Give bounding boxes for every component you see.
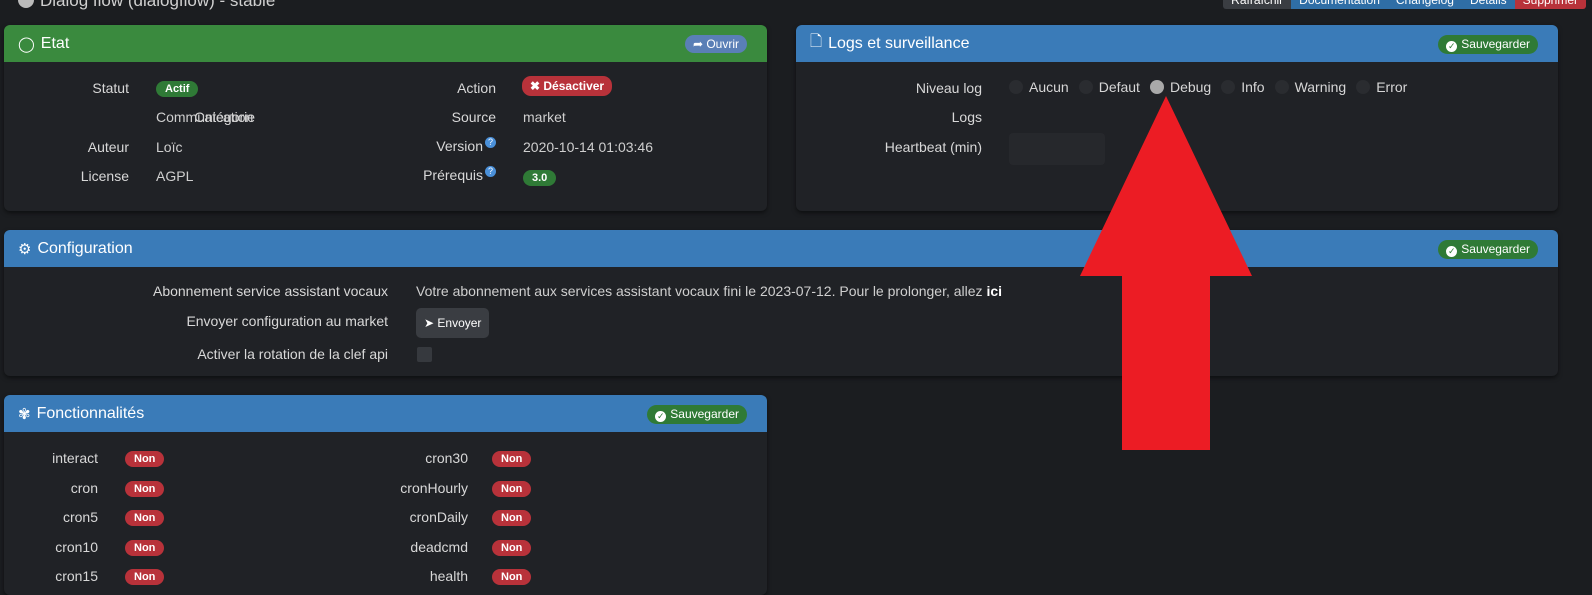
auteur-value: Loïc [156, 139, 183, 155]
statut-label: Statut [92, 80, 129, 96]
feature-label: cronDaily [409, 509, 468, 525]
logs-label: Logs [951, 109, 982, 125]
etat-panel: ◯ Etat ➦ Ouvrir Statut Actif Catégorie C… [4, 25, 767, 211]
details-button[interactable]: Détails [1461, 0, 1515, 9]
feature-status-badge: Non [125, 510, 165, 526]
open-button[interactable]: ➦ Ouvrir [684, 35, 747, 53]
radio-dot [1221, 80, 1236, 94]
feature-status-badge: Non [125, 451, 165, 467]
heartbeat-label: Heartbeat (min) [884, 139, 982, 155]
etat-header: ◯ Etat ➦ Ouvrir [4, 25, 767, 62]
abonnement-link[interactable]: ici [986, 283, 1002, 299]
source-label: Source [451, 109, 496, 125]
logs-save-button[interactable]: ✓ Sauvegarder [1438, 35, 1538, 54]
rotation-checkbox[interactable] [417, 347, 432, 362]
feature-status-badge: Non [125, 481, 165, 497]
auteur-label: Auteur [87, 139, 129, 155]
delete-button[interactable]: Supprimer [1514, 0, 1586, 9]
radio-dot-selected [1149, 80, 1164, 94]
categorie-value: Communication [156, 109, 254, 125]
radio-dot [1009, 80, 1023, 94]
check-icon: ✓ [1446, 246, 1458, 257]
feature-label: health [429, 568, 468, 584]
feature-label: cronHourly [400, 480, 468, 496]
radio-aucun[interactable]: Aucun [1009, 79, 1069, 95]
feature-status-badge: Non [492, 510, 532, 526]
abonnement-text: Votre abonnement aux services assistant … [416, 283, 1003, 299]
feature-label: cron [70, 480, 98, 496]
statut-badge: Actif [156, 81, 199, 97]
feature-label: cron10 [55, 539, 98, 555]
radio-warning[interactable]: Warning [1274, 79, 1346, 95]
changelog-button[interactable]: Changelog [1387, 0, 1462, 9]
help-icon: ? [485, 137, 496, 148]
source-value: market [523, 109, 566, 125]
top-bar: Dialog flow (dialogflow) - stable Rafraî… [0, 0, 1592, 10]
rotation-label: Activer la rotation de la clef api [197, 346, 388, 362]
log-level-radios: Aucun Defaut Debug Info Warning Error [1009, 79, 1417, 95]
red-arrow-annotation [1080, 96, 1252, 450]
gears-icon: ⚙ [18, 240, 32, 258]
feature-status-badge: Non [492, 451, 532, 467]
arrow-shape [1080, 96, 1252, 450]
prerequis-badge: 3.0 [523, 170, 557, 186]
feature-status-badge: Non [492, 540, 532, 556]
feature-status-badge: Non [492, 569, 532, 585]
fonctionnalites-header: ✾ Fonctionnalités ✓ Sauvegarder [4, 395, 767, 432]
config-save-button[interactable]: ✓ Sauvegarder [1438, 240, 1538, 259]
version-label: Version? [384, 137, 496, 154]
check-icon: ✓ [1446, 41, 1458, 52]
feature-label: interact [52, 450, 98, 466]
feature-label: cron15 [55, 568, 98, 584]
config-title: Configuration [37, 239, 133, 257]
envoyer-button[interactable]: ➤ Envoyer [416, 308, 490, 338]
top-actions: Rafraîchir Documentation Changelog Détai… [1223, 0, 1586, 9]
feature-status-badge: Non [125, 540, 165, 556]
help-icon: ? [485, 166, 496, 177]
logs-title: Logs et surveillance [828, 34, 970, 52]
logs-header: 🗋 Logs et surveillance ✓ Sauvegarder [796, 25, 1558, 62]
fonctionnalites-panel: ✾ Fonctionnalités ✓ Sauvegarder interact … [4, 395, 767, 595]
page-title: Dialog flow (dialogflow) - stable [18, 0, 275, 11]
feature-status-badge: Non [492, 481, 532, 497]
radio-dot [1356, 80, 1371, 94]
feature-label: cron30 [425, 450, 468, 466]
refresh-circle-icon: ◯ [18, 35, 35, 53]
action-label: Action [457, 80, 496, 96]
radio-info[interactable]: Info [1221, 79, 1265, 95]
etat-title: Etat [40, 34, 70, 52]
fonctionnalites-title: Fonctionnalités [36, 404, 145, 422]
license-value: AGPL [156, 168, 194, 184]
fonctionnalites-save-button[interactable]: ✓ Sauvegarder [647, 405, 747, 424]
radio-error[interactable]: Error [1356, 79, 1407, 95]
license-label: License [80, 168, 129, 184]
paper-plane-icon: ➤ [424, 316, 435, 330]
file-icon: 🗋 [810, 33, 823, 50]
feature-status-badge: Non [125, 569, 165, 585]
config-panel: ⚙ Configuration ✓ Sauvegarder Abonnement … [4, 230, 1558, 376]
plugin-icon [18, 0, 34, 8]
radio-dot [1078, 80, 1093, 94]
check-icon: ✓ [655, 411, 667, 422]
abonnement-label: Abonnement service assistant vocaux [152, 283, 388, 299]
feature-label: deadcmd [410, 539, 468, 555]
prerequis-label: Prérequis? [384, 166, 496, 183]
radio-debug[interactable]: Debug [1149, 79, 1211, 95]
feature-label: cron5 [62, 509, 98, 525]
radio-dot [1274, 80, 1289, 94]
config-header: ⚙ Configuration ✓ Sauvegarder [4, 230, 1558, 267]
refresh-button[interactable]: Rafraîchir [1223, 0, 1292, 9]
documentation-button[interactable]: Documentation [1291, 0, 1388, 9]
puzzle-icon: ✾ [18, 405, 31, 423]
niveau-log-label: Niveau log [915, 80, 982, 96]
radio-defaut[interactable]: Defaut [1078, 79, 1140, 95]
version-value: 2020-10-14 01:03:46 [523, 139, 653, 155]
desactiver-button[interactable]: ✖ Désactiver [522, 76, 613, 96]
envoyer-label: Envoyer configuration au market [186, 313, 388, 329]
